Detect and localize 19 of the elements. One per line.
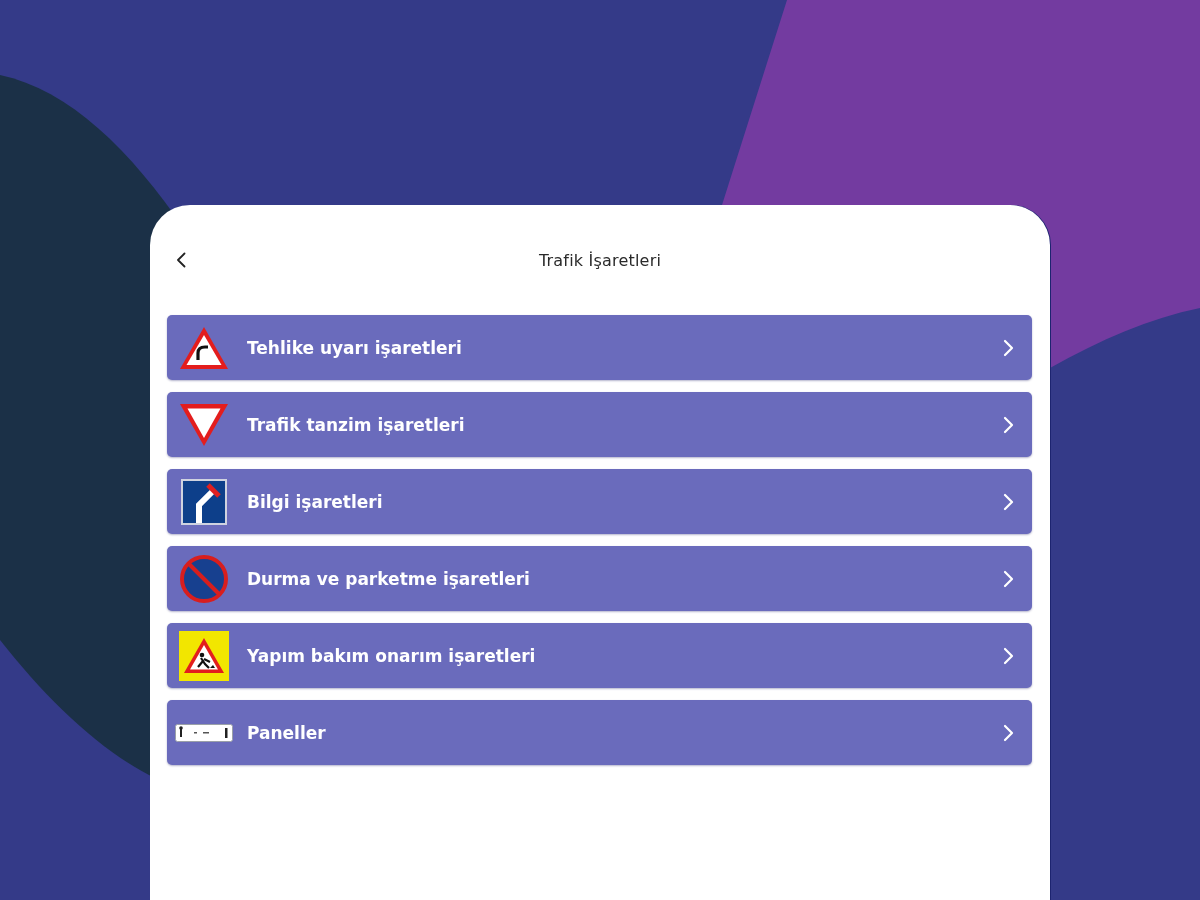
chevron-left-icon: [176, 252, 186, 268]
panel-sign-icon: [175, 723, 233, 742]
chevron-right-icon: [1003, 338, 1014, 357]
chevron-right-icon: [1003, 723, 1014, 742]
chevron-right-icon: [1003, 492, 1014, 511]
screen-title: Trafik İşaretleri: [538, 250, 662, 270]
category-list-item[interactable]: Paneller: [167, 700, 1032, 765]
chevron-right-icon: [1003, 415, 1014, 434]
dead-end-sign-icon: [181, 478, 227, 525]
category-list-item[interactable]: Durma ve parketme işaretleri: [167, 546, 1032, 611]
category-list-item[interactable]: Tehlike uyarı işaretleri: [167, 315, 1032, 380]
chevron-right-icon: [1003, 569, 1014, 588]
chevron-right-icon: [1003, 646, 1014, 665]
category-list-item[interactable]: Trafik tanzim işaretleri: [167, 392, 1032, 457]
roadwork-sign-icon: [179, 630, 229, 681]
yield-sign-icon: [178, 401, 230, 448]
category-list-item[interactable]: Bilgi işaretleri: [167, 469, 1032, 534]
no-parking-sign-icon: [180, 554, 228, 603]
category-list-item[interactable]: Yapım bakım onarım işaretleri: [167, 623, 1032, 688]
